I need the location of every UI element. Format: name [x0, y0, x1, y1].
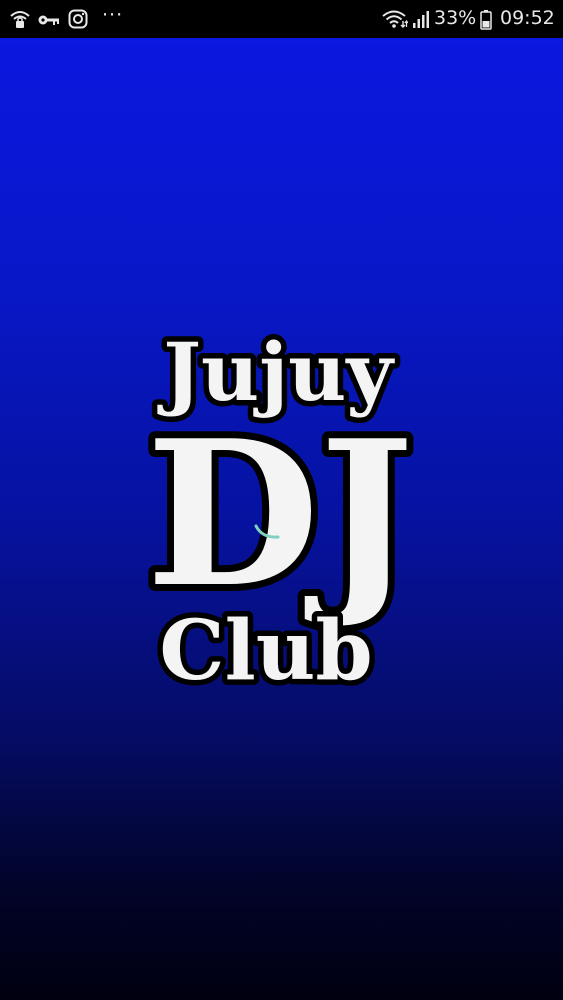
key-icon [38, 12, 60, 31]
instagram-icon [68, 9, 88, 33]
splash-screen: Jujuy DJ Club [0, 38, 563, 1000]
battery-icon [480, 10, 492, 34]
status-bar: ··· 33% 09:52 [0, 0, 563, 38]
more-icon: ··· [102, 4, 124, 26]
signal-icon [412, 9, 430, 33]
app-screen: ··· 33% 09:52 Jujuy DJ Club [0, 0, 563, 1000]
wifi-lock-icon [9, 9, 31, 33]
battery-percent: 33% [434, 7, 477, 29]
wifi-icon [382, 9, 409, 33]
logo-line-club: Club [159, 603, 372, 699]
loading-spinner-icon [254, 524, 280, 539]
clock: 09:52 [500, 7, 555, 29]
